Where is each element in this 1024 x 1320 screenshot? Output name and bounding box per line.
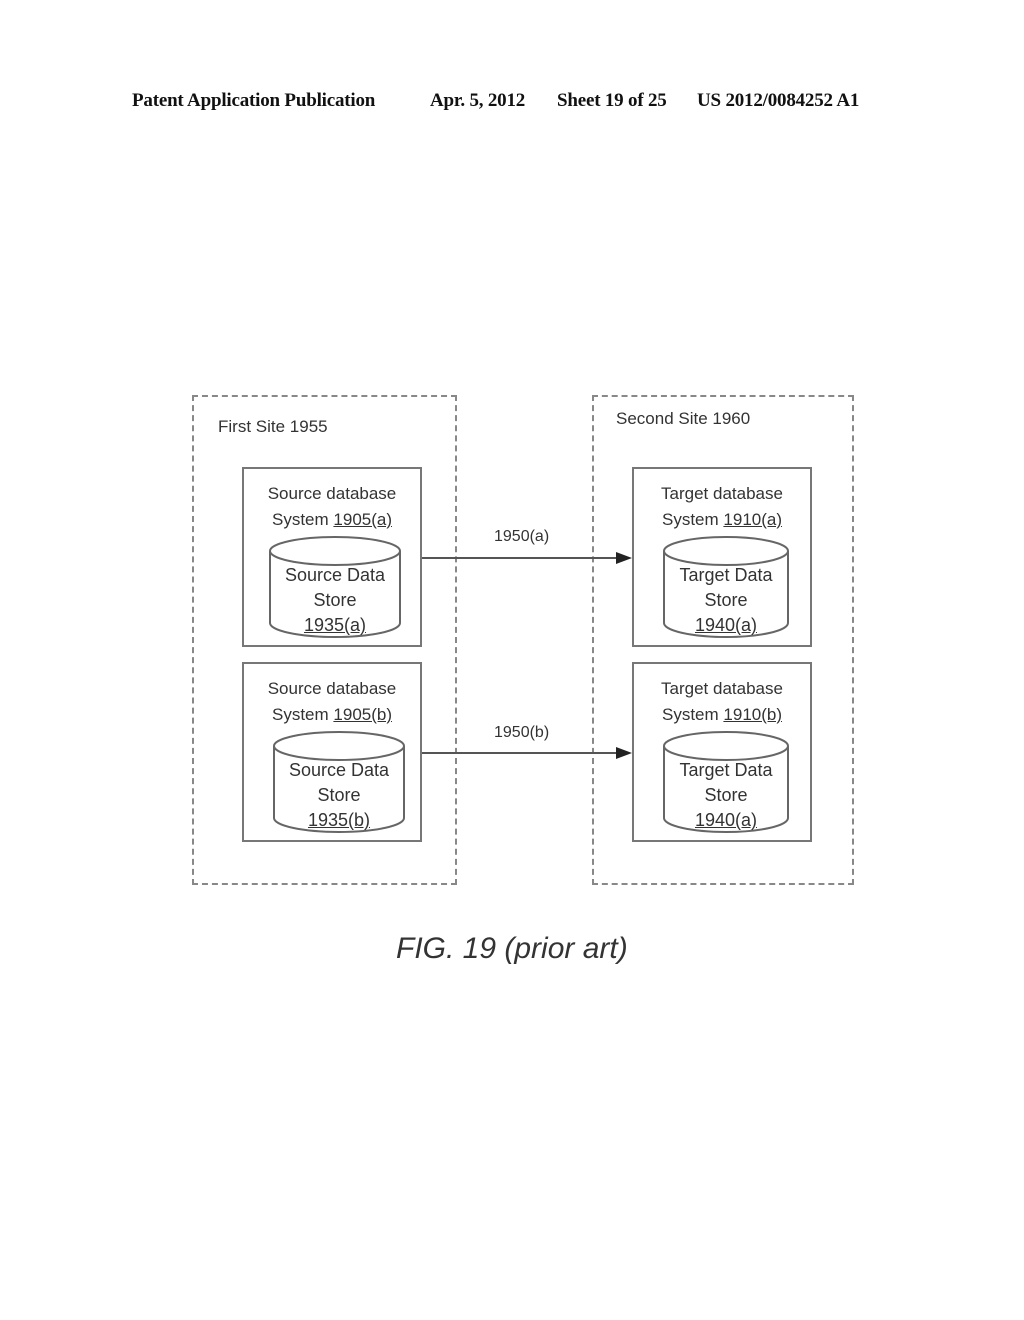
system-label: System: [661, 510, 719, 529]
system-label: System: [271, 510, 329, 529]
patent-number: US 2012/0084252 A1: [697, 90, 860, 111]
target-database-system-a: Target database System 1910(a) Target Da…: [632, 467, 812, 647]
target-database-system-b: Target database System 1910(b) Target Da…: [632, 662, 812, 842]
system-label: System: [271, 705, 329, 724]
connection-label-b: 1950(b): [494, 724, 550, 741]
store-ref: 1940(a): [694, 810, 758, 830]
system-label: System: [661, 705, 719, 724]
patent-header: Patent Application Publication Apr. 5, 2…: [0, 90, 1024, 114]
system-title: Target database: [661, 679, 783, 698]
store-ref: 1935(a): [303, 615, 367, 635]
source-data-store-b: Source Data Store 1935(b): [272, 730, 406, 834]
sheet-number: Sheet 19 of 25: [557, 90, 667, 111]
store-label: Store: [704, 785, 748, 805]
store-title: Source Data: [284, 565, 386, 585]
system-ref: 1910(b): [723, 705, 783, 724]
system-ref: 1910(a): [723, 510, 783, 529]
store-label: Store: [317, 785, 361, 805]
store-title: Target Data: [679, 565, 773, 585]
store-title: Source Data: [288, 760, 390, 780]
store-label: Store: [313, 590, 357, 610]
source-data-store-a: Source Data Store 1935(a): [268, 535, 402, 639]
publication-date: Apr. 5, 2012: [430, 90, 526, 111]
source-database-system-a: Source database System 1905(a) Source Da…: [242, 467, 422, 647]
replication-arrow-a: [422, 552, 632, 564]
system-ref: 1905(b): [333, 705, 393, 724]
store-label: Store: [704, 590, 748, 610]
store-ref: 1940(a): [694, 615, 758, 635]
source-database-system-b: Source database System 1905(b) Source Da…: [242, 662, 422, 842]
connection-label-a: 1950(a): [494, 528, 550, 545]
store-title: Target Data: [679, 760, 773, 780]
system-title: Target database: [661, 484, 783, 503]
figure-caption: FIG. 19 (prior art): [396, 932, 628, 965]
system-title: Source database: [267, 679, 397, 698]
publication-type: Patent Application Publication: [132, 90, 376, 111]
replication-arrow-b: [422, 747, 632, 759]
store-ref: 1935(b): [307, 810, 371, 830]
target-data-store-a: Target Data Store 1940(a): [662, 535, 790, 639]
target-data-store-b: Target Data Store 1940(a): [662, 730, 790, 834]
arrowhead-icon: [616, 747, 632, 759]
system-title: Source database: [267, 484, 397, 503]
site-label: Second Site 1960: [616, 409, 751, 428]
arrowhead-icon: [616, 552, 632, 564]
site-label: First Site 1955: [218, 417, 328, 436]
system-ref: 1905(a): [333, 510, 393, 529]
